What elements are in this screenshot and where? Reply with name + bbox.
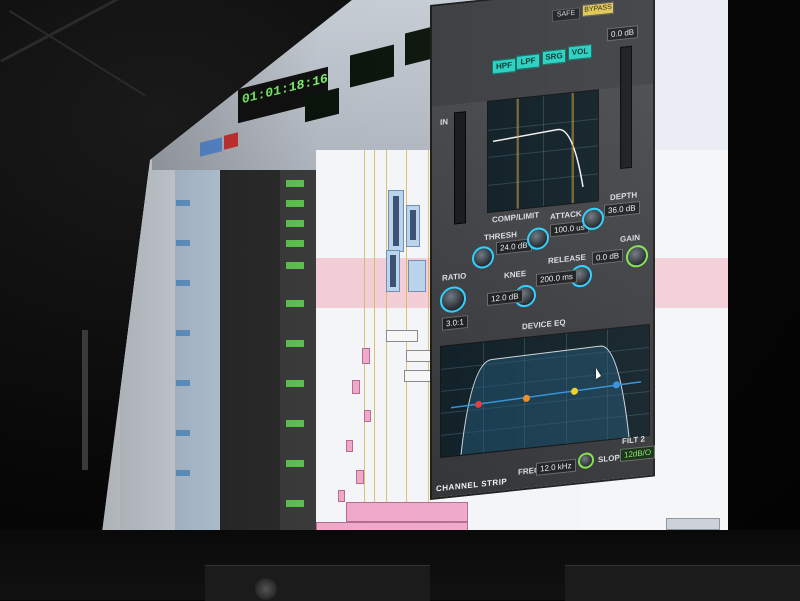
grid-line: [386, 150, 387, 548]
depth-label: DEPTH: [610, 190, 638, 203]
gain-knob[interactable]: [626, 244, 648, 269]
track-tag[interactable]: [286, 220, 304, 227]
channel-strip-plugin[interactable]: BYPASS SAFE HPF LPF SRG VOL IN 0.0 dB CO…: [430, 0, 656, 500]
knee-label: KNEE: [504, 268, 527, 281]
track-tag[interactable]: [286, 180, 304, 187]
depth-value: 36.0 dB: [604, 200, 640, 218]
attack-label: ATTACK: [550, 209, 582, 222]
eq-display[interactable]: [440, 323, 650, 458]
gain-value: 0.0 dB: [592, 248, 624, 265]
track-controls: [220, 170, 280, 548]
mouse-cursor-icon: [596, 368, 601, 379]
track-name-tag[interactable]: [176, 280, 190, 286]
track-name-tag[interactable]: [176, 240, 190, 246]
audio-clip[interactable]: [408, 260, 426, 292]
slope-value[interactable]: 12dB/O: [620, 445, 656, 463]
midi-note[interactable]: [352, 380, 360, 394]
lpf-button[interactable]: LPF: [516, 53, 540, 70]
track-name-tag[interactable]: [176, 430, 190, 436]
eq-curve: [450, 345, 642, 455]
track-tag[interactable]: [286, 500, 304, 507]
comp-section-label: COMP/LIMIT: [492, 210, 540, 225]
track-tag[interactable]: [286, 200, 304, 207]
midi-note[interactable]: [338, 490, 345, 502]
track-names: [175, 170, 220, 548]
eq-section-label: DEVICE EQ: [522, 317, 566, 332]
midi-note[interactable]: [356, 470, 364, 484]
release-label: RELEASE: [548, 252, 586, 266]
audio-clip[interactable]: [406, 205, 420, 247]
hpf-button[interactable]: HPF: [492, 57, 516, 75]
audio-clip[interactable]: [388, 190, 404, 252]
attack-knob[interactable]: [527, 226, 549, 251]
ratio-knob[interactable]: [440, 285, 466, 314]
vol-button[interactable]: VOL: [568, 43, 592, 61]
grid-line: [428, 150, 429, 548]
filter-label: FILT 2: [622, 434, 645, 446]
track-name-tag[interactable]: [176, 330, 190, 336]
track-tag[interactable]: [286, 340, 304, 347]
release-value: 200.0 ms: [536, 269, 577, 287]
midi-clip[interactable]: [386, 330, 418, 342]
track-tag[interactable]: [286, 240, 304, 247]
input-meter-label: IN: [440, 117, 448, 127]
speaker-cone: [255, 578, 277, 600]
zoom-controls[interactable]: [666, 518, 720, 530]
srg-button[interactable]: SRG: [542, 48, 566, 66]
ratio-value: 3.0:1: [442, 315, 468, 331]
track-tag[interactable]: [286, 300, 304, 307]
audio-clip[interactable]: [386, 250, 400, 292]
equipment-rack: [205, 565, 430, 601]
grid-line: [374, 150, 375, 548]
midi-note[interactable]: [364, 410, 371, 422]
pink-region[interactable]: [346, 502, 468, 522]
track-name-tag[interactable]: [176, 380, 190, 386]
equipment-rack-2: [565, 565, 800, 601]
thresh-knob[interactable]: [472, 245, 494, 270]
gain-label: GAIN: [620, 232, 640, 245]
track-name-tag[interactable]: [176, 470, 190, 476]
depth-knob[interactable]: [582, 206, 604, 232]
track-tag[interactable]: [286, 420, 304, 427]
track-tag[interactable]: [286, 262, 304, 269]
midi-note[interactable]: [362, 348, 370, 364]
plugin-title: CHANNEL STRIP: [436, 476, 508, 494]
output-meter: [620, 45, 632, 170]
filter-scope: [487, 89, 599, 214]
filter-curve: [492, 92, 584, 209]
freq-value: 12.0 kHz: [536, 458, 576, 476]
ratio-label: RATIO: [442, 271, 467, 283]
midi-note[interactable]: [346, 440, 353, 452]
track-name-tag[interactable]: [176, 200, 190, 206]
input-meter: [454, 111, 466, 225]
track-tag[interactable]: [286, 460, 304, 467]
left-stand: [82, 330, 88, 470]
track-tag[interactable]: [286, 380, 304, 387]
freq-knob[interactable]: [578, 451, 594, 470]
